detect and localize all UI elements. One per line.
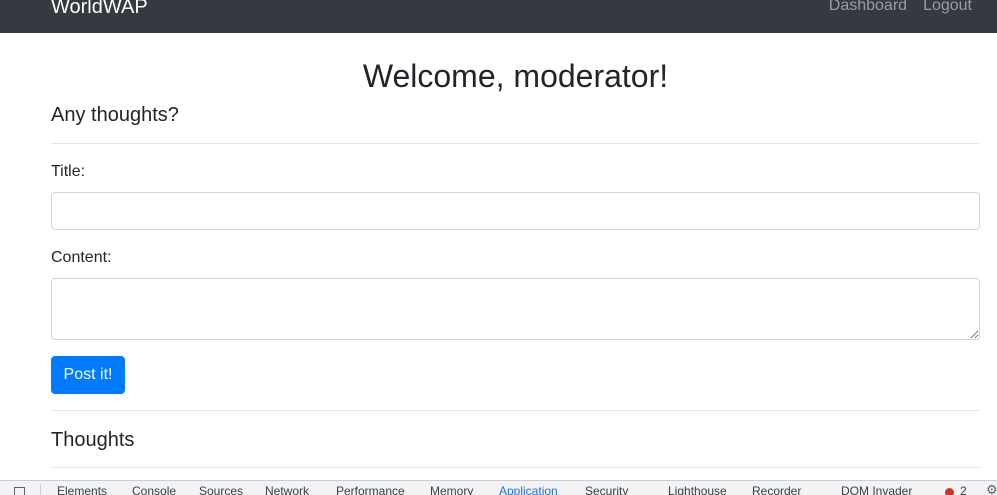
divider (40, 484, 41, 495)
devtools-tab-lighthouse[interactable]: Lighthouse (668, 483, 727, 495)
title-label: Title: (51, 163, 86, 180)
nav-link-logout[interactable]: Logout (923, 0, 972, 17)
divider (51, 143, 980, 144)
thoughts-heading: Thoughts (51, 429, 135, 451)
brand-link[interactable]: WorldWAP (51, 0, 148, 19)
devtools-tabbar: Elements Console Sources Network Perform… (0, 480, 997, 495)
nav-link-dashboard[interactable]: Dashboard (829, 0, 907, 17)
devtools-tab-performance[interactable]: Performance (336, 483, 405, 495)
devtools-tab-application[interactable]: Application (499, 483, 558, 495)
page-title: Welcome, moderator! (362, 58, 669, 94)
devtools-tab-recorder[interactable]: Recorder (752, 483, 801, 495)
content-label: Content: (51, 249, 112, 266)
devtools-tab-network[interactable]: Network (265, 483, 309, 495)
devtools-tab-memory[interactable]: Memory (430, 483, 473, 495)
devtools-tab-sources[interactable]: Sources (199, 483, 243, 495)
post-button[interactable]: Post it! (51, 356, 125, 394)
navbar: WorldWAP Dashboard Logout (0, 0, 997, 33)
error-count[interactable]: 2 (960, 483, 967, 495)
devtools-tab-elements[interactable]: Elements (57, 483, 107, 495)
divider (51, 467, 980, 468)
nav-links: Dashboard Logout (829, 0, 972, 17)
devtools-tab-dom-invader[interactable]: DOM Invader (841, 483, 912, 495)
devtools-tab-console[interactable]: Console (132, 483, 176, 495)
devtools-tab-security[interactable]: Security (585, 483, 628, 495)
title-input[interactable] (51, 192, 980, 230)
divider (51, 410, 980, 411)
content-textarea[interactable] (51, 278, 980, 340)
form-heading: Any thoughts? (51, 104, 179, 126)
gear-icon[interactable]: ⚙ (986, 482, 997, 495)
